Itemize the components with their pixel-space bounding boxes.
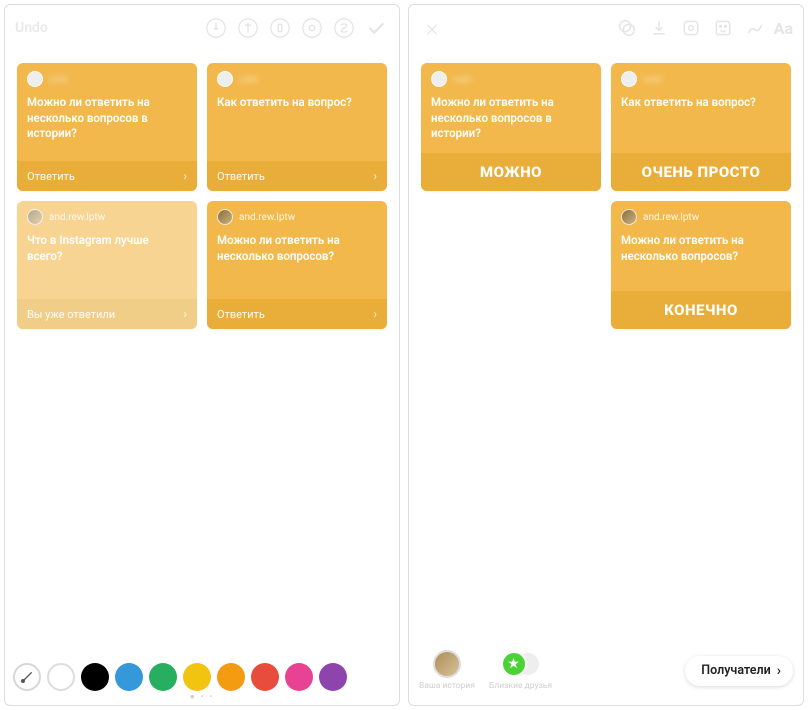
question-text: Можно ли ответить на несколько вопросов … bbox=[421, 91, 601, 153]
avatar bbox=[621, 71, 637, 87]
share-bottom-bar: Ваша история ★ Близкие друзья Получатели… bbox=[409, 640, 803, 705]
color-swatch-yellow[interactable] bbox=[183, 663, 211, 691]
avatar bbox=[431, 71, 447, 87]
pen-sharp-icon[interactable] bbox=[203, 15, 229, 41]
avatar bbox=[27, 71, 43, 87]
answered-card[interactable]: and.rew.lptw Можно ли ответить на нескол… bbox=[611, 201, 791, 329]
eraser-icon[interactable] bbox=[331, 15, 357, 41]
question-card[interactable]: and.rew.lptw Можно ли ответить на нескол… bbox=[207, 201, 387, 329]
username: and.rew.lptw bbox=[643, 212, 699, 223]
draw-icon[interactable] bbox=[742, 15, 768, 41]
avatar bbox=[217, 71, 233, 87]
avatar bbox=[621, 209, 637, 225]
color-swatch-black[interactable] bbox=[81, 663, 109, 691]
neon-pen-icon[interactable] bbox=[299, 15, 325, 41]
answered-card[interactable]: user Как ответить на вопрос? ОЧЕНЬ ПРОСТ… bbox=[611, 63, 791, 191]
close-friends-button[interactable]: ★ Близкие друзья bbox=[489, 650, 552, 691]
username: user bbox=[453, 74, 472, 85]
your-story-avatar bbox=[433, 650, 461, 678]
color-swatch-red[interactable] bbox=[251, 663, 279, 691]
color-swatch-orange[interactable] bbox=[217, 663, 245, 691]
reply-button[interactable]: Ответить› bbox=[207, 299, 387, 329]
your-story-label: Ваша история bbox=[419, 681, 475, 691]
left-phone: Undo user Можно ли ответить на несколько… bbox=[4, 4, 400, 706]
username: and.rew.lptw bbox=[49, 212, 105, 223]
reply-button[interactable]: Ответить› bbox=[207, 161, 387, 191]
question-grid: user Можно ли ответить на несколько вопр… bbox=[5, 51, 399, 341]
color-swatch-blue[interactable] bbox=[115, 663, 143, 691]
username: user bbox=[239, 74, 258, 85]
chevron-right-icon: › bbox=[373, 169, 377, 183]
answer-text: КОНЕЧНО bbox=[611, 291, 791, 329]
right-phone: × Aa user Можно ли ответить на несколько… bbox=[408, 4, 804, 706]
question-text: Как ответить на вопрос? bbox=[611, 91, 791, 153]
answer-text: ОЧЕНЬ ПРОСТО bbox=[611, 153, 791, 191]
question-text: Можно ли ответить на несколько вопросов? bbox=[207, 229, 387, 299]
sticker-link-icon[interactable] bbox=[678, 15, 704, 41]
question-text: Что в Instagram лучше всего? bbox=[17, 229, 197, 299]
username: user bbox=[643, 74, 662, 85]
download-icon[interactable] bbox=[646, 15, 672, 41]
recipients-label: Получатели bbox=[701, 663, 771, 678]
reply-button[interactable]: Ответить› bbox=[17, 161, 197, 191]
avatar bbox=[27, 209, 43, 225]
chevron-right-icon: › bbox=[183, 169, 187, 183]
chevron-right-icon: › bbox=[777, 663, 781, 679]
color-swatch-green[interactable] bbox=[149, 663, 177, 691]
your-story-button[interactable]: Ваша история bbox=[419, 650, 475, 691]
question-text: Как ответить на вопрос? bbox=[207, 91, 387, 161]
question-card[interactable]: user Можно ли ответить на несколько вопр… bbox=[17, 63, 197, 191]
recipients-button[interactable]: Получатели › bbox=[685, 656, 793, 686]
color-swatch-white[interactable] bbox=[47, 663, 75, 691]
story-topbar: × Aa bbox=[409, 5, 803, 51]
question-text: Можно ли ответить на несколько вопросов … bbox=[17, 91, 197, 161]
answer-text: МОЖНО bbox=[421, 153, 601, 191]
answered-card[interactable]: user Можно ли ответить на несколько вопр… bbox=[421, 63, 601, 191]
color-swatch-pink[interactable] bbox=[285, 663, 313, 691]
close-friends-label: Близкие друзья bbox=[489, 681, 552, 691]
filter-icon[interactable] bbox=[614, 15, 640, 41]
sticker-icon[interactable] bbox=[710, 15, 736, 41]
username: user bbox=[49, 74, 68, 85]
already-replied-label: Вы уже ответили› bbox=[17, 299, 197, 329]
answered-grid: user Можно ли ответить на несколько вопр… bbox=[409, 51, 803, 341]
text-tool-icon[interactable]: Aa bbox=[774, 19, 793, 38]
page-dots: ● • • bbox=[5, 692, 399, 701]
drawing-topbar: Undo bbox=[5, 5, 399, 51]
color-swatch-purple[interactable] bbox=[319, 663, 347, 691]
chevron-right-icon: › bbox=[183, 307, 187, 321]
question-text: Можно ли ответить на несколько вопросов? bbox=[611, 229, 791, 291]
close-icon[interactable]: × bbox=[419, 14, 445, 42]
marker-icon[interactable] bbox=[267, 15, 293, 41]
star-icon: ★ bbox=[501, 651, 527, 677]
undo-button[interactable]: Undo bbox=[15, 20, 48, 36]
pen-arrow-icon[interactable] bbox=[235, 15, 261, 41]
chevron-right-icon: › bbox=[373, 307, 377, 321]
username: and.rew.lptw bbox=[239, 212, 295, 223]
avatar bbox=[217, 209, 233, 225]
question-card[interactable]: user Как ответить на вопрос? Ответить› bbox=[207, 63, 387, 191]
question-card-answered[interactable]: and.rew.lptw Что в Instagram лучше всего… bbox=[17, 201, 197, 329]
color-picker-icon[interactable] bbox=[13, 663, 41, 691]
done-check-icon[interactable] bbox=[363, 15, 389, 41]
